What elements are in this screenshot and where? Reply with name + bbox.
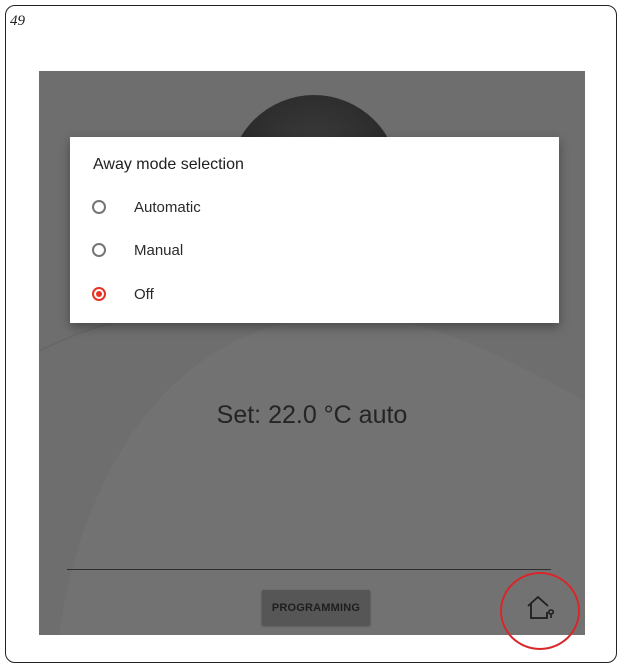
- option-automatic[interactable]: Automatic: [92, 193, 201, 221]
- page-number: 49: [10, 13, 25, 29]
- dialog-title: Away mode selection: [93, 156, 244, 173]
- radio-manual[interactable]: [92, 243, 106, 257]
- highlight-circle: [500, 572, 580, 650]
- programming-button[interactable]: PROGRAMMING: [262, 590, 370, 625]
- option-off[interactable]: Off: [92, 280, 154, 308]
- radio-off[interactable]: [92, 287, 106, 301]
- radio-automatic[interactable]: [92, 200, 106, 214]
- away-mode-dialog: Away mode selection Automatic Manual Off: [70, 137, 559, 323]
- setpoint-text: Set: 22.0 °C auto: [216, 401, 408, 429]
- option-manual-label: Manual: [134, 241, 184, 259]
- divider: [67, 569, 551, 570]
- option-manual[interactable]: Manual: [92, 236, 183, 264]
- option-automatic-label: Automatic: [134, 198, 201, 216]
- option-off-label: Off: [134, 285, 154, 303]
